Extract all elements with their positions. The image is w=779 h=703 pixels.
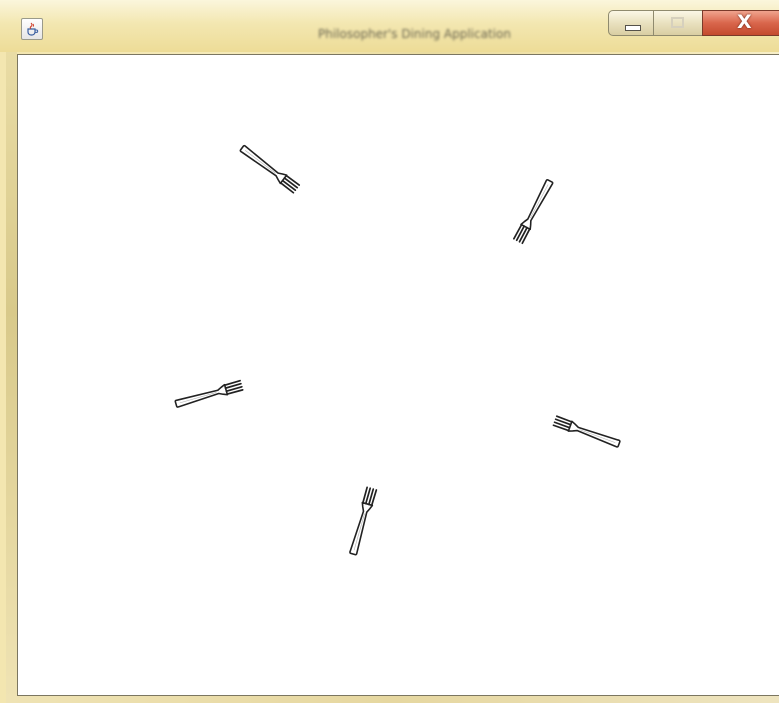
forks-layer xyxy=(173,142,622,557)
fork-icon xyxy=(173,379,244,410)
fork-icon xyxy=(552,415,622,450)
fork-icon xyxy=(238,142,301,194)
fork-icon xyxy=(512,177,556,245)
application-window: Philosopher's Dining Application X xyxy=(0,0,779,703)
fork-icon xyxy=(347,486,378,557)
